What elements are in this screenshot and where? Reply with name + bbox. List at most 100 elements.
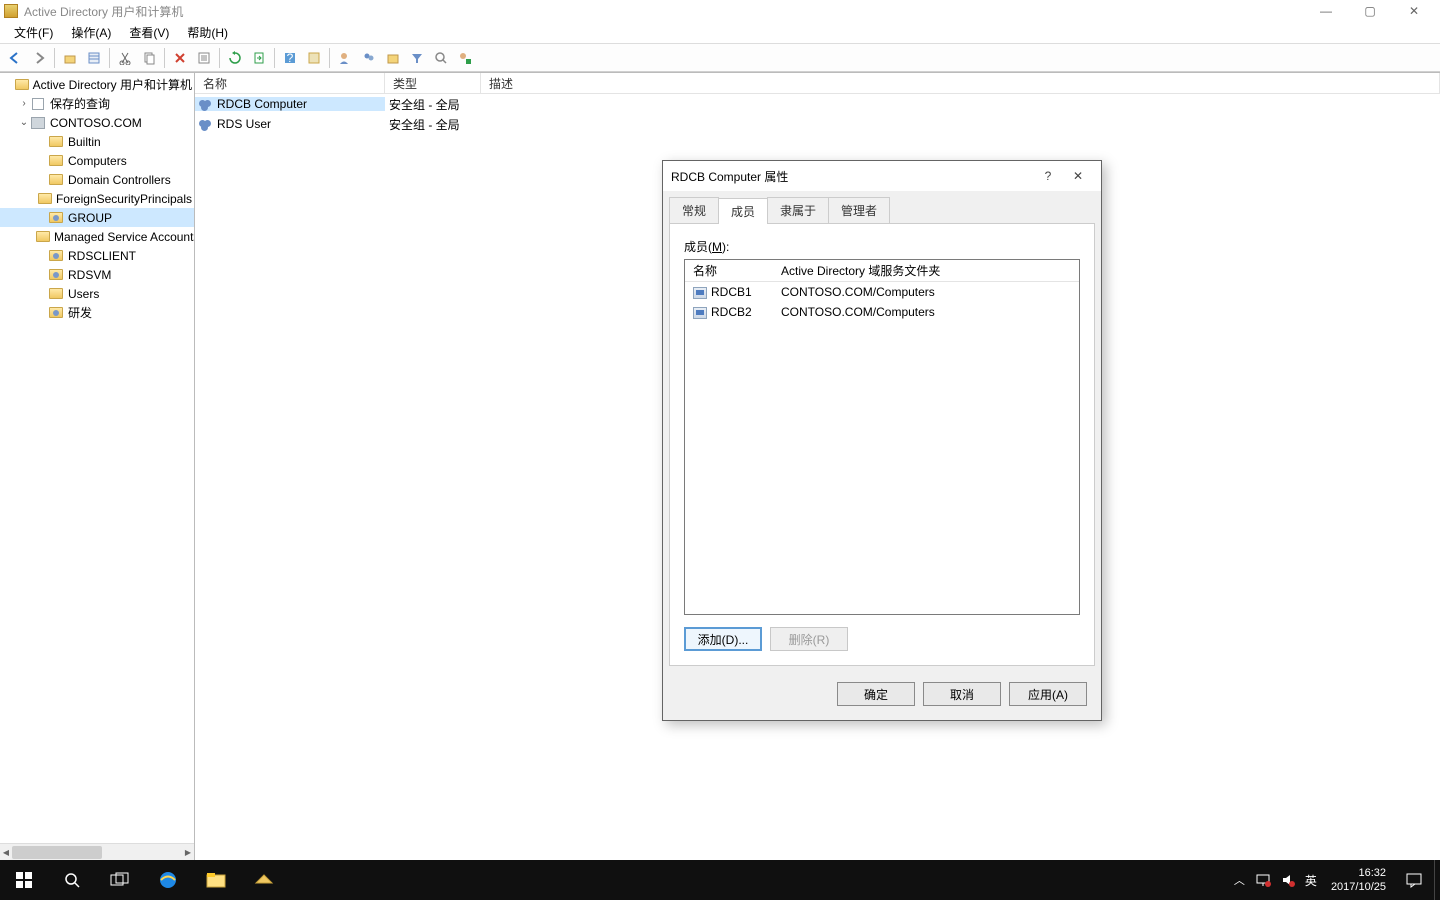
- clock[interactable]: 16:32 2017/10/25: [1323, 866, 1394, 894]
- col-type[interactable]: 类型: [385, 73, 481, 93]
- scroll-left-icon[interactable]: ◀: [0, 844, 12, 861]
- menubar: 文件(F) 操作(A) 查看(V) 帮助(H): [0, 22, 1440, 44]
- delete-icon[interactable]: [169, 47, 191, 69]
- tree-node-computers[interactable]: Computers: [0, 151, 194, 170]
- properties-dialog: RDCB Computer 属性 ? ✕ 常规 成员 隶属于 管理者 成员(M)…: [662, 160, 1102, 721]
- tree-node-rd[interactable]: 研发: [0, 303, 194, 322]
- show-desktop-button[interactable]: [1434, 860, 1440, 900]
- ok-button[interactable]: 确定: [837, 682, 915, 706]
- minimize-button[interactable]: —: [1304, 0, 1348, 22]
- list-row[interactable]: RDS User 安全组 - 全局: [195, 114, 1440, 134]
- export-icon[interactable]: [248, 47, 270, 69]
- tree-node-rdsclient[interactable]: RDSCLIENT: [0, 246, 194, 265]
- add-button[interactable]: 添加(D)...: [684, 627, 762, 651]
- window-title: Active Directory 用户和计算机: [24, 3, 1304, 20]
- tree-hscrollbar[interactable]: ◀ ▶: [0, 843, 194, 860]
- list-header[interactable]: 名称 类型 描述: [195, 73, 1440, 94]
- group-icon: [199, 97, 215, 111]
- filter-icon[interactable]: [406, 47, 428, 69]
- ie-icon[interactable]: [144, 860, 192, 900]
- tree-node-domain-controllers[interactable]: Domain Controllers: [0, 170, 194, 189]
- apply-button[interactable]: 应用(A): [1009, 682, 1087, 706]
- menu-help[interactable]: 帮助(H): [179, 22, 236, 43]
- tree-pane: Active Directory 用户和计算机 › 保存的查询 ⌄ CONTOS…: [0, 73, 195, 860]
- members-row[interactable]: RDCB1 CONTOSO.COM/Computers: [685, 282, 1079, 302]
- taskview-button[interactable]: [96, 860, 144, 900]
- tree-node-users[interactable]: Users: [0, 284, 194, 303]
- app-icon[interactable]: [240, 860, 288, 900]
- tree-node-rdsvm[interactable]: RDSVM: [0, 265, 194, 284]
- cut-icon[interactable]: [114, 47, 136, 69]
- forward-icon[interactable]: [28, 47, 50, 69]
- list-pane: 名称 类型 描述 RDCB Computer 安全组 - 全局 RDS User…: [195, 73, 1440, 860]
- copy-icon[interactable]: [138, 47, 160, 69]
- list-row[interactable]: RDCB Computer 安全组 - 全局: [195, 94, 1440, 114]
- toolbar: ?: [0, 44, 1440, 72]
- members-col-folder[interactable]: Active Directory 域服务文件夹: [773, 262, 1079, 279]
- menu-file[interactable]: 文件(F): [6, 22, 61, 43]
- close-button[interactable]: ✕: [1392, 0, 1436, 22]
- back-icon[interactable]: [4, 47, 26, 69]
- clock-time: 16:32: [1331, 866, 1386, 880]
- maximize-button[interactable]: ▢: [1348, 0, 1392, 22]
- search-button[interactable]: [48, 860, 96, 900]
- new-ou-icon[interactable]: [382, 47, 404, 69]
- cancel-button[interactable]: 取消: [923, 682, 1001, 706]
- add-criteria-icon[interactable]: [454, 47, 476, 69]
- tab-managedby[interactable]: 管理者: [828, 197, 890, 223]
- new-group-icon[interactable]: [358, 47, 380, 69]
- dialog-help-button[interactable]: ?: [1033, 164, 1063, 188]
- tree-node-msa[interactable]: Managed Service Accounts: [0, 227, 194, 246]
- action-center-icon[interactable]: [1394, 860, 1434, 900]
- dialog-close-button[interactable]: ✕: [1063, 164, 1093, 188]
- tab-memberof[interactable]: 隶属于: [767, 197, 829, 223]
- domain-icon: [30, 116, 46, 130]
- tab-body: 成员(M): 名称 Active Directory 域服务文件夹 RDCB1 …: [669, 223, 1095, 666]
- new-user-icon[interactable]: [334, 47, 356, 69]
- search-icon[interactable]: [430, 47, 452, 69]
- dialog-titlebar[interactable]: RDCB Computer 属性 ? ✕: [663, 161, 1101, 191]
- volume-icon[interactable]: [1281, 873, 1295, 887]
- list-icon[interactable]: [83, 47, 105, 69]
- aduc-icon: [15, 78, 29, 92]
- titlebar: Active Directory 用户和计算机 — ▢ ✕: [0, 0, 1440, 22]
- members-label: 成员(M):: [684, 238, 1080, 255]
- tree-root[interactable]: Active Directory 用户和计算机: [0, 75, 194, 94]
- members-rows: RDCB1 CONTOSO.COM/Computers RDCB2 CONTOS…: [685, 282, 1079, 614]
- col-name[interactable]: 名称: [195, 73, 385, 93]
- ime-indicator[interactable]: 英: [1305, 872, 1317, 889]
- tab-members[interactable]: 成员: [718, 198, 768, 224]
- explorer-icon[interactable]: [192, 860, 240, 900]
- col-desc[interactable]: 描述: [481, 73, 1440, 93]
- members-row[interactable]: RDCB2 CONTOSO.COM/Computers: [685, 302, 1079, 322]
- members-button-row: 添加(D)... 删除(R): [684, 627, 1080, 651]
- computer-icon: [693, 287, 707, 299]
- find-icon[interactable]: [303, 47, 325, 69]
- refresh-icon[interactable]: [224, 47, 246, 69]
- tree-domain[interactable]: ⌄ CONTOSO.COM: [0, 113, 194, 132]
- tree-node-fsp[interactable]: ForeignSecurityPrincipals: [0, 189, 194, 208]
- tree[interactable]: Active Directory 用户和计算机 › 保存的查询 ⌄ CONTOS…: [0, 73, 194, 843]
- properties-icon[interactable]: [193, 47, 215, 69]
- clock-date: 2017/10/25: [1331, 880, 1386, 894]
- tree-node-group[interactable]: GROUP: [0, 208, 194, 227]
- tree-node-builtin[interactable]: Builtin: [0, 132, 194, 151]
- menu-view[interactable]: 查看(V): [121, 22, 177, 43]
- up-icon[interactable]: [59, 47, 81, 69]
- network-icon[interactable]: [1255, 873, 1271, 887]
- start-button[interactable]: [0, 860, 48, 900]
- computer-icon: [693, 307, 707, 319]
- help-icon[interactable]: ?: [279, 47, 301, 69]
- menu-action[interactable]: 操作(A): [63, 22, 119, 43]
- tray-chevron-icon[interactable]: ︿: [1234, 872, 1245, 888]
- system-tray[interactable]: ︿ 英: [1228, 872, 1323, 889]
- dialog-footer: 确定 取消 应用(A): [663, 672, 1101, 720]
- members-list-header[interactable]: 名称 Active Directory 域服务文件夹: [685, 260, 1079, 282]
- scroll-thumb[interactable]: [12, 846, 102, 859]
- scroll-right-icon[interactable]: ▶: [182, 844, 194, 861]
- members-col-name[interactable]: 名称: [685, 262, 773, 279]
- app-icon: [4, 4, 18, 18]
- tree-saved-queries[interactable]: › 保存的查询: [0, 94, 194, 113]
- members-list[interactable]: 名称 Active Directory 域服务文件夹 RDCB1 CONTOSO…: [684, 259, 1080, 615]
- tab-general[interactable]: 常规: [669, 197, 719, 223]
